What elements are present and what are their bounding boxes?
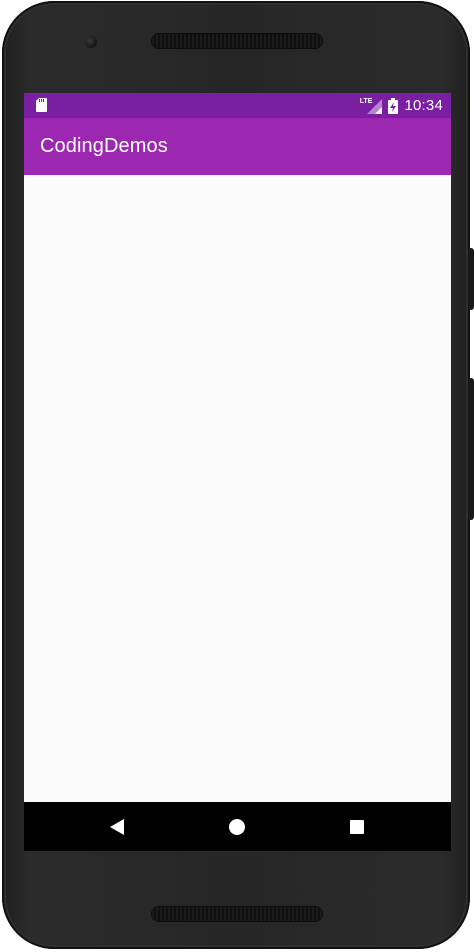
sd-card-icon [36, 98, 47, 112]
recents-button[interactable] [327, 802, 387, 851]
battery-charging-icon [388, 97, 399, 114]
volume-rocker [469, 378, 474, 520]
earpiece-speaker [152, 34, 322, 48]
home-button[interactable] [207, 802, 267, 851]
status-bar: LTE 10:34 [24, 93, 451, 118]
back-button[interactable] [87, 802, 147, 851]
app-toolbar: CodingDemos [24, 118, 451, 175]
home-icon [229, 818, 245, 835]
navigation-bar [24, 802, 451, 851]
app-title: CodingDemos [40, 135, 168, 157]
screen: LTE 10:34 CodingDemos [24, 93, 451, 851]
signal-icon [367, 98, 383, 114]
status-clock: 10:34 [404, 97, 443, 114]
power-button [469, 248, 474, 310]
main-content [24, 175, 451, 802]
status-icons: LTE 10:34 [360, 93, 443, 118]
phone-frame: LTE 10:34 CodingDemos [2, 1, 470, 949]
bottom-speaker [152, 907, 322, 921]
back-icon [110, 818, 124, 835]
recents-icon [350, 819, 364, 834]
front-camera [85, 36, 97, 48]
